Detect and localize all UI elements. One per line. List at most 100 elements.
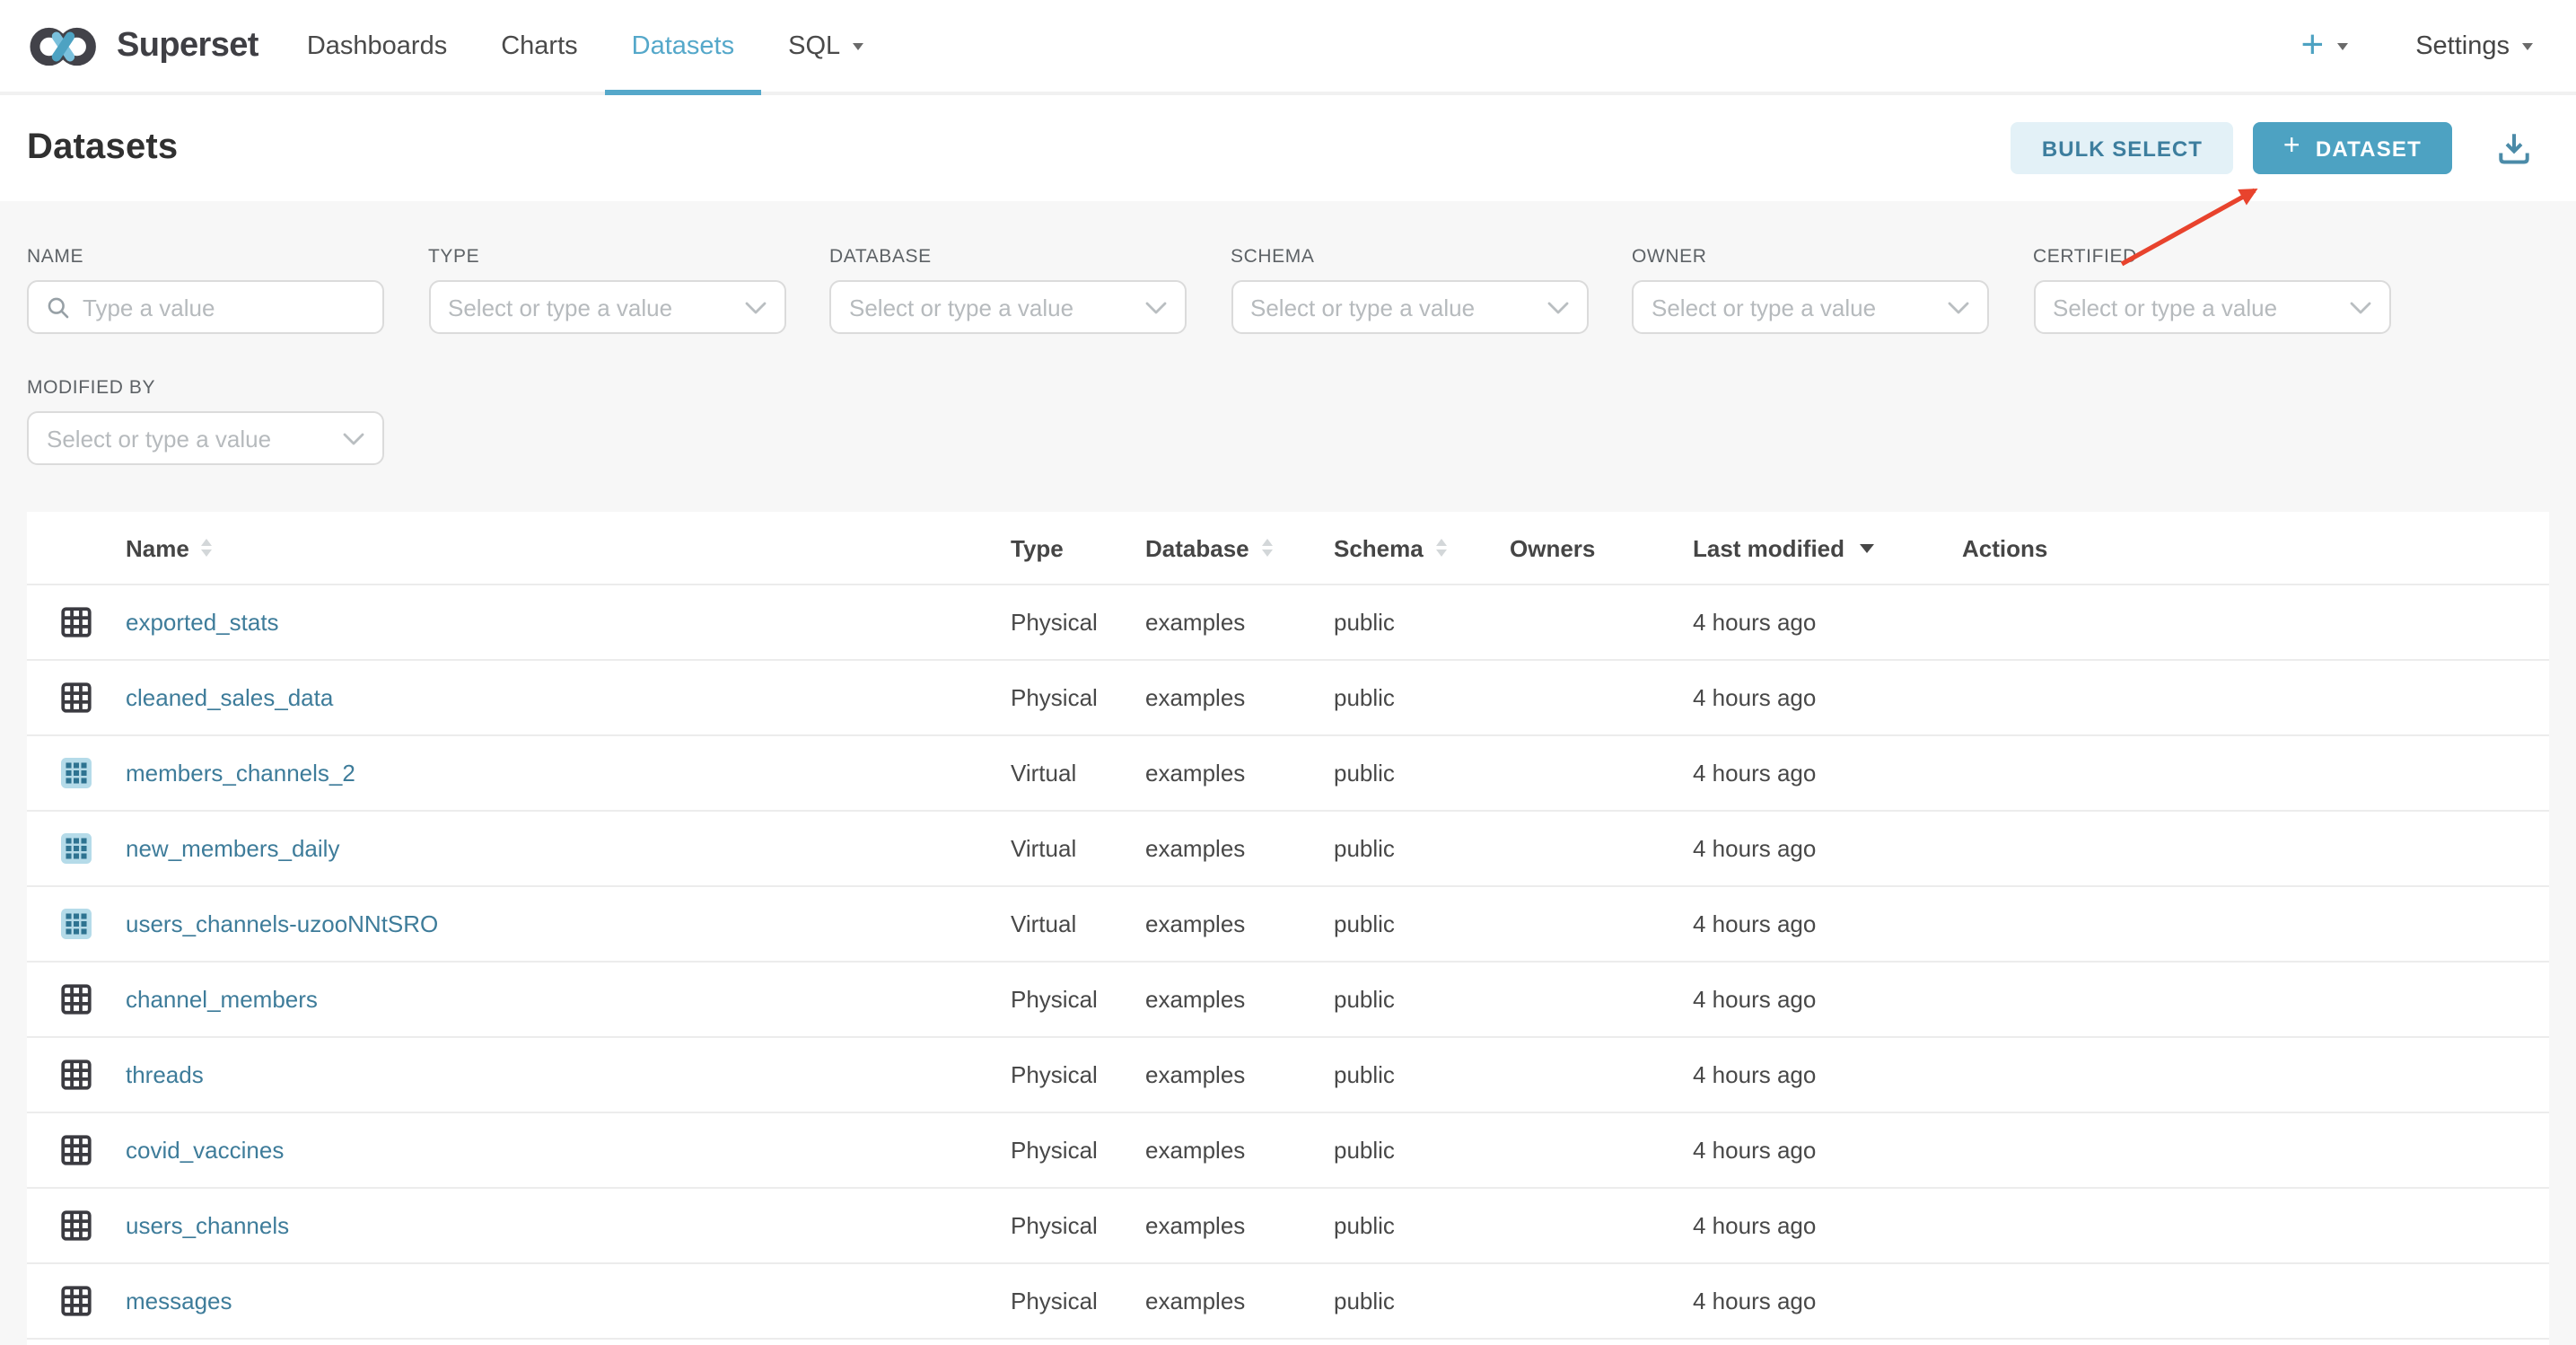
new-item-menu-button[interactable]: + [2300,28,2347,64]
add-dataset-label: DATASET [2316,136,2422,161]
last-modified-cell: 4 hours ago [1693,1137,1962,1164]
dataset-link[interactable]: new_members_daily [126,835,339,862]
dataset-link[interactable]: exported_stats [126,609,279,636]
schema-cell: public [1334,1061,1510,1088]
last-modified-cell: 4 hours ago [1693,986,1962,1013]
brand-home-link[interactable]: Superset [27,0,258,92]
schema-cell: public [1334,609,1510,636]
dataset-type-cell [27,833,111,864]
nav-item-datasets[interactable]: Datasets [605,0,761,92]
dataset-type-cell [27,1286,111,1316]
nav-item-sql[interactable]: SQL [761,0,890,92]
dataset-icon [61,1286,92,1316]
nav-item-label: SQL [788,31,840,60]
dataset-name-cell: threads [111,1061,1011,1088]
dataset-icon [61,984,92,1015]
dataset-kind-cell: Virtual [1011,835,1145,862]
dataset-icon [61,682,92,713]
filter-input[interactable]: Select or type a value [1632,280,1989,334]
filter-placeholder: Select or type a value [47,425,330,452]
sort-icon [202,539,213,557]
content-area: NAME Type a value TYPE Select or type a … [0,201,2576,1345]
column-header-schema[interactable]: Schema [1334,534,1510,561]
column-header-last-modified[interactable]: Last modified [1693,534,1962,561]
nav-item-label: Dashboards [307,31,447,60]
dataset-kind-cell: Physical [1011,1212,1145,1239]
filter-modified-by: MODIFIED BY Select or type a value [27,377,384,465]
dataset-link[interactable]: users_channels [126,1212,289,1239]
table-row: exported_stats Physical examples public … [27,584,2549,659]
dataset-link[interactable]: channel_members [126,986,318,1013]
plus-icon: + [2300,24,2324,64]
nav-item-dashboards[interactable]: Dashboards [280,0,474,92]
table-row: channel_members Physical examples public… [27,961,2549,1036]
add-dataset-button[interactable]: + DATASET [2253,122,2452,174]
filter-label: CERTIFIED [2033,246,2390,268]
dataset-name-cell: covid_vaccines [111,1137,1011,1164]
last-modified-cell: 4 hours ago [1693,835,1962,862]
filter-certified: CERTIFIED Select or type a value [2033,246,2390,334]
datasets-table-card: NameTypeDatabaseSchemaOwnersLast modifie… [27,512,2549,1345]
nav-item-charts[interactable]: Charts [474,0,604,92]
database-cell: examples [1145,1212,1334,1239]
last-modified-cell: 4 hours ago [1693,1212,1962,1239]
filter-input[interactable]: Type a value [27,280,384,334]
filter-input[interactable]: Select or type a value [27,411,384,465]
dataset-type-cell [27,1210,111,1241]
dataset-name-cell: messages [111,1288,1011,1314]
last-modified-cell: 4 hours ago [1693,1288,1962,1314]
download-icon [2495,129,2533,167]
last-modified-cell: 4 hours ago [1693,609,1962,636]
filter-label: SCHEMA [1231,246,1588,268]
dataset-name-cell: new_members_daily [111,835,1011,862]
dataset-type-cell [27,1059,111,1090]
main-nav: Dashboards Charts Datasets SQL [280,0,890,92]
search-icon [47,295,70,319]
table-header-row: NameTypeDatabaseSchemaOwnersLast modifie… [27,512,2549,584]
column-header-label: Actions [1962,534,2047,561]
filter-input[interactable]: Select or type a value [829,280,1187,334]
chevron-down-icon [2349,301,2370,313]
dataset-link[interactable]: threads [126,1061,204,1088]
dataset-name-cell: channel_members [111,986,1011,1013]
chevron-down-icon [1948,301,1969,313]
chevron-down-icon [343,432,364,444]
filter-placeholder: Select or type a value [849,294,1133,321]
filter-placeholder: Select or type a value [1250,294,1534,321]
column-header-label: Schema [1334,534,1424,561]
filter-placeholder: Select or type a value [448,294,732,321]
dataset-link[interactable]: cleaned_sales_data [126,684,333,711]
dataset-name-cell: cleaned_sales_data [111,684,1011,711]
last-modified-cell: 4 hours ago [1693,1061,1962,1088]
schema-cell: public [1334,986,1510,1013]
filter-database: DATABASE Select or type a value [829,246,1187,334]
column-header-database[interactable]: Database [1145,534,1334,561]
table-row: cleaned_sales_data Physical examples pub… [27,659,2549,734]
filter-label: NAME [27,246,384,268]
import-datasets-button[interactable] [2495,129,2533,167]
dataset-type-cell [27,607,111,637]
dataset-name-cell: users_channels-uzooNNtSRO [111,910,1011,937]
table-row: members_channels_2 Virtual examples publ… [27,734,2549,810]
last-modified-cell: 4 hours ago [1693,910,1962,937]
column-header-owners: Owners [1510,534,1693,561]
top-navbar: Superset Dashboards Charts Datasets SQL … [0,0,2576,95]
dataset-link[interactable]: covid_vaccines [126,1137,284,1164]
dataset-type-cell [27,909,111,939]
database-cell: examples [1145,835,1334,862]
dataset-link[interactable]: members_channels_2 [126,760,355,787]
bulk-select-button[interactable]: BULK SELECT [2011,122,2233,174]
dataset-kind-cell: Virtual [1011,760,1145,787]
filter-placeholder: Type a value [83,294,364,321]
dataset-link[interactable]: users_channels-uzooNNtSRO [126,910,438,937]
filter-input[interactable]: Select or type a value [428,280,785,334]
table-row: users_channels Physical examples public … [27,1187,2549,1262]
filter-placeholder: Select or type a value [1652,294,1935,321]
table-row: new_members_daily Virtual examples publi… [27,810,2549,885]
chevron-down-icon [1145,301,1167,313]
dataset-link[interactable]: messages [126,1288,232,1314]
column-header-name[interactable]: Name [111,534,1011,561]
settings-menu-button[interactable]: Settings [2415,31,2533,60]
filter-input[interactable]: Select or type a value [1231,280,1588,334]
filter-input[interactable]: Select or type a value [2033,280,2390,334]
